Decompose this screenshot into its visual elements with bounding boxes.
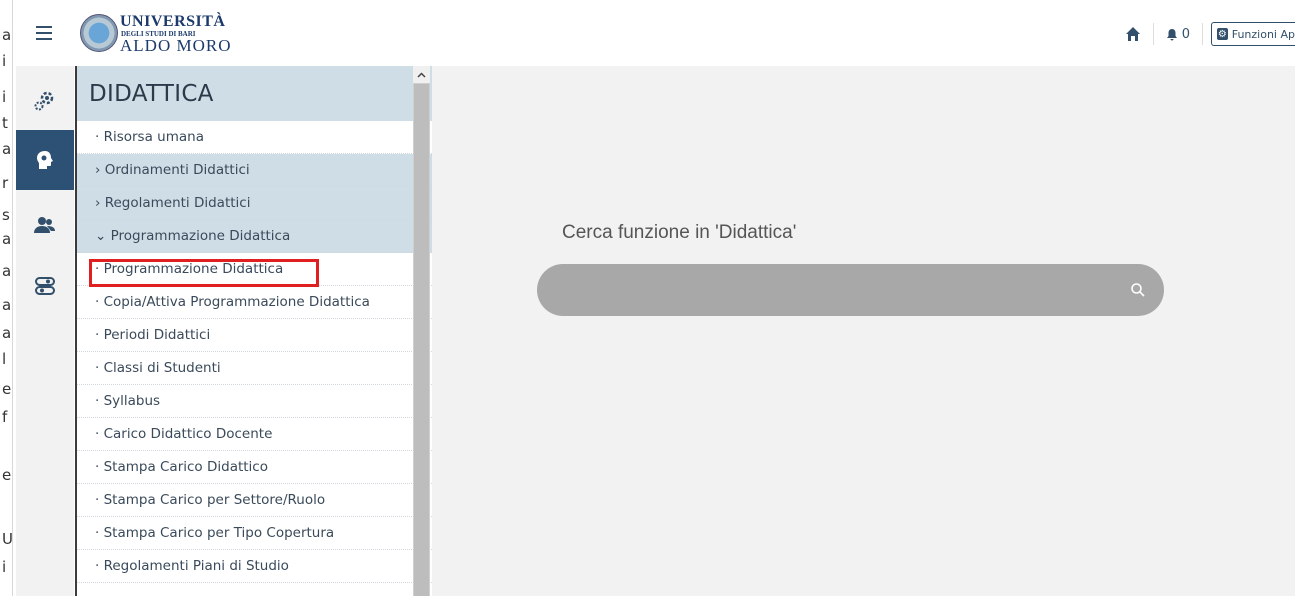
strip-letter: r — [2, 174, 9, 192]
menu-item-classi-di-studenti[interactable]: · Classi di Studenti — [77, 352, 432, 385]
panel-title: DIDATTICA — [77, 66, 432, 121]
sidebar-item-settings-toggles[interactable] — [16, 256, 74, 316]
menu-item-periodi-didattici[interactable]: · Periodi Didattici — [77, 319, 432, 352]
university-logo[interactable]: UNIVERSITÀ DEGLI STUDI DI BARI ALDO MORO — [80, 13, 240, 58]
menu-item-stampa-carico-settore-ruolo[interactable]: · Stampa Carico per Settore/Ruolo — [77, 484, 432, 517]
gears-icon — [34, 91, 54, 111]
strip-letter: a — [2, 262, 12, 280]
scrollbar-thumb[interactable] — [414, 84, 429, 596]
brain-head-icon — [37, 151, 53, 169]
strip-letter: a — [2, 296, 12, 314]
menu-item-copia-attiva-programmazione[interactable]: · Copia/Attiva Programmazione Didattica — [77, 286, 432, 319]
strip-letter: e — [2, 466, 12, 484]
strip-letter: i — [2, 52, 7, 70]
logo-line1: UNIVERSITÀ — [120, 13, 226, 30]
sidebar-item-configuration[interactable] — [16, 70, 74, 130]
menu-item-regolamenti-piani-di-studio[interactable]: · Regolamenti Piani di Studio — [77, 550, 432, 583]
notification-count: 0 — [1181, 26, 1190, 42]
menu-item-carico-didattico-docente[interactable]: · Carico Didattico Docente — [77, 418, 432, 451]
strip-letter: e — [2, 380, 12, 398]
bell-icon — [1166, 28, 1177, 40]
left-edge-text-strip: a i i t a r s a a a a l e f e U i — [0, 0, 13, 596]
home-icon[interactable] — [1125, 26, 1141, 42]
strip-letter: i — [2, 558, 7, 576]
header-divider — [1152, 23, 1154, 45]
strip-letter: i — [2, 88, 7, 106]
strip-letter: f — [2, 408, 8, 426]
strip-letter: s — [2, 206, 10, 224]
users-icon — [34, 217, 55, 233]
hamburger-menu-icon[interactable] — [36, 26, 52, 40]
strip-letter: a — [2, 324, 12, 342]
menu-group-programmazione-didattica[interactable]: ⌄ Programmazione Didattica — [77, 220, 432, 253]
search-box — [537, 264, 1164, 318]
didattica-menu-panel: DIDATTICA · Risorsa umana › Ordinamenti … — [75, 66, 432, 596]
menu-group-ordinamenti-didattici[interactable]: › Ordinamenti Didattici — [77, 154, 432, 187]
sidebar-item-people[interactable] — [16, 196, 74, 256]
notifications-button[interactable]: 0 — [1166, 27, 1190, 42]
main-content — [432, 66, 1295, 596]
strip-letter: a — [2, 26, 12, 44]
gear-icon: ⚙ — [1217, 28, 1228, 40]
search-input[interactable] — [557, 264, 1121, 318]
menu-item-programmazione-didattica[interactable]: · Programmazione Didattica — [77, 253, 432, 286]
strip-letter: a — [2, 140, 12, 158]
search-icon[interactable] — [1130, 282, 1146, 298]
menu-item-stampa-carico-tipo-copertura[interactable]: · Stampa Carico per Tipo Copertura — [77, 517, 432, 550]
scroll-up-arrow-icon[interactable] — [413, 66, 430, 83]
header-actions: 0 ⚙ Funzioni Ap — [1125, 22, 1295, 46]
strip-letter: a — [2, 230, 12, 248]
university-seal-icon — [80, 14, 118, 52]
menu-group-regolamenti-didattici[interactable]: › Regolamenti Didattici — [77, 187, 432, 220]
toggles-icon — [35, 277, 55, 295]
icon-sidebar — [16, 66, 74, 596]
functions-button[interactable]: ⚙ Funzioni Ap — [1211, 22, 1295, 46]
sidebar-item-didattica[interactable] — [16, 130, 74, 190]
functions-button-label: Funzioni Ap — [1231, 27, 1295, 41]
panel-scrollbar[interactable] — [413, 66, 430, 596]
search-label: Cerca funzione in 'Didattica' — [562, 222, 797, 243]
strip-letter: t — [2, 114, 8, 132]
menu-item-syllabus[interactable]: · Syllabus — [77, 385, 432, 418]
menu-item-stampa-carico-didattico[interactable]: · Stampa Carico Didattico — [77, 451, 432, 484]
strip-letter: U — [2, 530, 13, 548]
strip-letter: l — [2, 350, 7, 368]
menu-item-risorsa-umana[interactable]: · Risorsa umana — [77, 121, 432, 154]
header-divider — [1202, 23, 1203, 45]
logo-line3: ALDO MORO — [120, 36, 232, 55]
